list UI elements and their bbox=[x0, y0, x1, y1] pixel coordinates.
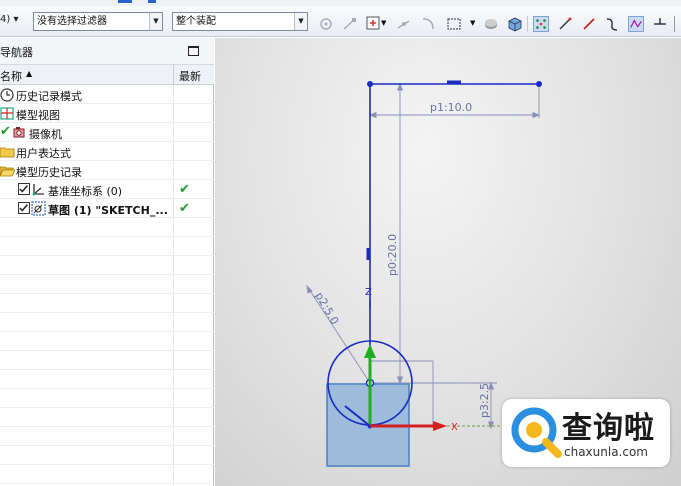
toolbar-separator bbox=[674, 16, 675, 32]
visibility-checkbox[interactable] bbox=[18, 183, 30, 195]
perpendicular-icon[interactable] bbox=[652, 16, 668, 32]
checkbox-check-icon bbox=[19, 185, 28, 193]
nav-item-user-expressions[interactable]: 用户表达式 bbox=[0, 142, 214, 161]
empty-row bbox=[0, 256, 214, 275]
checkbox-check-icon bbox=[19, 204, 28, 212]
latest-check-icon: ✔ bbox=[179, 182, 190, 197]
ribbon-tab-indicator bbox=[118, 0, 132, 3]
chevron-down-icon[interactable]: ▼ bbox=[470, 19, 475, 27]
curve-tool-icon[interactable] bbox=[604, 16, 620, 32]
dimension-p2-label[interactable]: p2:5.0 bbox=[312, 290, 341, 327]
toolbar-separator bbox=[527, 16, 528, 32]
empty-row bbox=[0, 275, 214, 294]
sketch-vertex[interactable] bbox=[367, 81, 373, 87]
rectangle-select-icon[interactable] bbox=[446, 16, 462, 32]
nav-item-label: 用户表达式 bbox=[16, 147, 71, 160]
sort-ascending-icon[interactable]: ▲ bbox=[26, 69, 32, 78]
check-mark-icon: ✔ bbox=[0, 124, 11, 139]
maximize-icon[interactable] bbox=[188, 46, 199, 56]
folder-open-icon bbox=[0, 166, 15, 177]
cube-view-icon[interactable] bbox=[507, 16, 523, 32]
dimension-p0[interactable] bbox=[375, 82, 409, 385]
nav-item-label: 历史记录模式 bbox=[16, 90, 82, 103]
control-point-icon[interactable] bbox=[420, 16, 436, 32]
empty-row bbox=[0, 427, 214, 446]
empty-row bbox=[0, 446, 214, 465]
column-divider[interactable] bbox=[173, 65, 174, 85]
dimension-p3-label[interactable]: p3:2.5 bbox=[478, 383, 491, 418]
x-axis-arrowhead bbox=[433, 421, 447, 431]
folder-icon bbox=[0, 147, 15, 158]
selection-toolbar: 4) ▾ 没有选择过滤器 ▼ 整个装配 ▼ ▼ ▼ bbox=[0, 6, 681, 37]
assembly-scope-combo[interactable]: 整个装配 ▼ bbox=[172, 12, 308, 31]
selection-filter-value: 没有选择过滤器 bbox=[37, 16, 107, 27]
visibility-checkbox[interactable] bbox=[18, 202, 30, 214]
dimension-p1-label[interactable]: p1:10.0 bbox=[430, 101, 472, 114]
z-axis-label: Z bbox=[365, 287, 372, 298]
shaded-render-icon[interactable] bbox=[483, 16, 499, 32]
nav-item-camera[interactable]: ✔ 摄像机 bbox=[0, 123, 214, 142]
nav-item-label: 摄像机 bbox=[29, 128, 62, 141]
sketch-icon bbox=[31, 201, 46, 216]
empty-row bbox=[0, 332, 214, 351]
end-point-icon[interactable] bbox=[342, 16, 358, 32]
nav-item-datum-csys[interactable]: 基准坐标系 (0) ✔ bbox=[0, 180, 214, 199]
x-axis-label: X bbox=[451, 422, 458, 433]
nav-item-sketch[interactable]: 草图 (1) "SKETCH_... ✔ bbox=[0, 199, 214, 218]
views-icon bbox=[0, 107, 14, 120]
chevron-down-icon[interactable]: ▼ bbox=[149, 13, 162, 30]
arc-line-icon[interactable] bbox=[581, 16, 597, 32]
chevron-down-icon[interactable]: ▼ bbox=[381, 19, 386, 27]
empty-row bbox=[0, 389, 214, 408]
watermark-url: chaxunla.com bbox=[564, 445, 648, 459]
navigator-title: 导航器 bbox=[0, 46, 33, 59]
point-dialog-icon[interactable] bbox=[366, 16, 382, 32]
type-filter-fragment[interactable]: 4) ▾ bbox=[0, 14, 18, 25]
mid-point-icon[interactable] bbox=[396, 16, 412, 32]
nav-item-label: 草图 (1) "SKETCH_... bbox=[48, 204, 168, 217]
nav-item-model-views[interactable]: 模型视图 bbox=[0, 104, 214, 123]
watermark-name: 查询啦 bbox=[562, 411, 655, 446]
empty-row bbox=[0, 408, 214, 427]
line-tool-icon[interactable] bbox=[557, 16, 573, 32]
nav-item-label: 基准坐标系 (0) bbox=[48, 185, 123, 198]
nav-item-label: 模型视图 bbox=[16, 109, 60, 122]
sketch-curves[interactable] bbox=[327, 83, 539, 426]
ribbon-tab-indicator bbox=[148, 0, 156, 3]
watermark-badge: 查询啦 chaxunla.com bbox=[502, 399, 670, 467]
column-latest-header[interactable]: 最新 bbox=[179, 68, 201, 84]
part-navigator-panel: 导航器 名称 ▲ 最新 历史记录模式 模型视图 ✔ 摄像机 用户表达式 模型历史… bbox=[0, 38, 214, 486]
profile-tool-icon[interactable] bbox=[628, 16, 644, 32]
nav-item-label: 模型历史记录 bbox=[16, 166, 82, 179]
dimension-p0-label[interactable]: p0:20.0 bbox=[386, 234, 399, 276]
empty-row bbox=[0, 465, 214, 484]
datum-csys-icon bbox=[32, 184, 44, 196]
empty-row bbox=[0, 237, 214, 256]
nav-item-history-mode[interactable]: 历史记录模式 bbox=[0, 85, 214, 104]
column-name-header[interactable]: 名称 bbox=[0, 68, 22, 84]
sketch-vertex[interactable] bbox=[536, 81, 542, 87]
selection-filter-combo[interactable]: 没有选择过滤器 ▼ bbox=[33, 12, 163, 31]
empty-row bbox=[0, 313, 214, 332]
snap-grid-icon[interactable] bbox=[533, 16, 549, 32]
chevron-down-icon[interactable]: ▼ bbox=[294, 13, 307, 30]
magnifier-logo-icon bbox=[511, 407, 562, 458]
empty-row bbox=[0, 370, 214, 389]
empty-row bbox=[0, 351, 214, 370]
navigator-title-bar: 导航器 bbox=[0, 38, 214, 65]
camera-icon bbox=[13, 127, 25, 138]
navigator-column-header: 名称 ▲ 最新 bbox=[0, 65, 214, 85]
y-axis-arrowhead bbox=[364, 344, 376, 358]
latest-check-icon: ✔ bbox=[179, 201, 190, 216]
empty-row bbox=[0, 294, 214, 313]
empty-row bbox=[0, 218, 214, 237]
snap-point-icon[interactable] bbox=[318, 16, 334, 32]
nav-item-model-history[interactable]: 模型历史记录 bbox=[0, 161, 214, 180]
assembly-scope-value: 整个装配 bbox=[176, 16, 216, 27]
clock-icon bbox=[0, 88, 14, 102]
